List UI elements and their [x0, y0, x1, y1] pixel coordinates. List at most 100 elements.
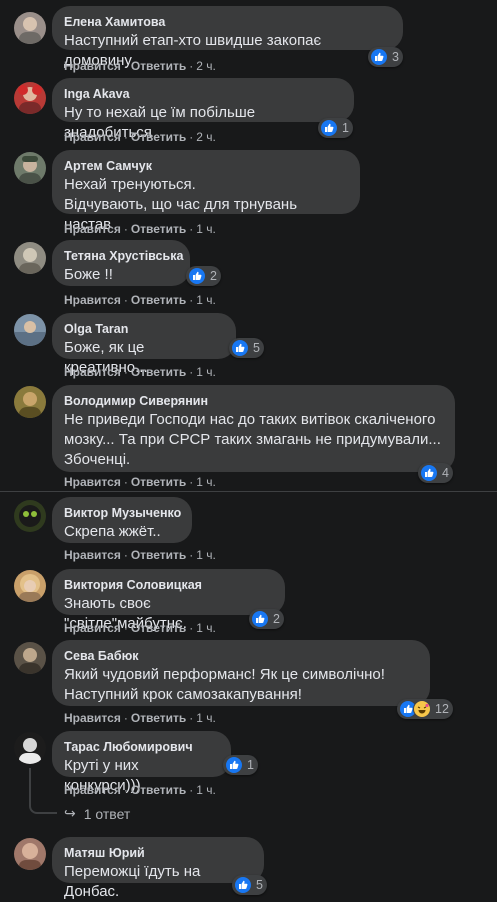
separator: · — [123, 711, 128, 725]
reaction-count: 5 — [253, 341, 260, 355]
comment-author[interactable]: Елена Хамитова — [64, 14, 391, 30]
reaction-count: 3 — [392, 50, 399, 64]
like-reaction-icon — [420, 464, 438, 482]
avatar[interactable] — [14, 642, 46, 674]
separator: · — [123, 475, 128, 489]
reaction-count: 2 — [273, 612, 280, 626]
avatar[interactable] — [14, 500, 46, 532]
comment-text: Скрепа жжёт.. — [64, 523, 161, 540]
comment-time[interactable]: 2 ч. — [196, 130, 216, 144]
reply-link[interactable]: Ответить — [131, 59, 186, 73]
avatar[interactable] — [14, 314, 46, 346]
reaction-summary[interactable]: 2 — [249, 609, 284, 629]
comment-bubble: Матяш Юрий Переможці їдуть на Донбас. — [52, 837, 264, 900]
reply-link[interactable]: Ответить — [131, 365, 186, 379]
separator: · — [189, 475, 194, 489]
separator: · — [123, 783, 128, 797]
reaction-summary[interactable]: 2 — [186, 266, 221, 286]
separator: · — [189, 293, 194, 307]
reaction-count: 2 — [210, 269, 217, 283]
comment-author[interactable]: Сева Бабюк — [64, 648, 418, 664]
like-link[interactable]: Нравится — [64, 59, 121, 73]
comment-text: Боже !! — [64, 266, 113, 283]
avatar[interactable] — [14, 242, 46, 274]
like-link[interactable]: Нравится — [64, 293, 121, 307]
reply-link[interactable]: Ответить — [131, 222, 186, 236]
like-reaction-icon — [320, 119, 338, 137]
replies-count-label: 1 ответ — [83, 805, 131, 822]
like-link[interactable]: Нравится — [64, 548, 121, 562]
like-link[interactable]: Нравится — [64, 475, 121, 489]
comment-author[interactable]: Тарас Любомирович — [64, 739, 219, 755]
comment-author[interactable]: Тетяна Хрустівська — [64, 248, 183, 264]
comment-time[interactable]: 1 ч. — [196, 293, 216, 307]
comment-author[interactable]: Володимир Сиверянин — [64, 393, 443, 409]
comment-time[interactable]: 1 ч. — [196, 365, 216, 379]
comment-bubble: Тарас Любомирович Круті у них конкурси))… — [52, 731, 231, 794]
view-replies-link[interactable]: ↪ 1 ответ — [64, 805, 130, 822]
reply-link[interactable]: Ответить — [131, 475, 186, 489]
like-link[interactable]: Нравится — [64, 711, 121, 725]
separator: · — [189, 711, 194, 725]
comment-author[interactable]: Матяш Юрий — [64, 845, 252, 861]
like-link[interactable]: Нравится — [64, 130, 121, 144]
like-link[interactable]: Нравится — [64, 621, 121, 635]
avatar[interactable] — [14, 82, 46, 114]
reaction-summary[interactable]: 5 — [229, 338, 264, 358]
comment-bubble: Володимир Сиверянин Не приведи Господи н… — [52, 385, 455, 472]
reaction-summary[interactable]: 1 — [223, 755, 258, 775]
comment-time[interactable]: 2 ч. — [196, 59, 216, 73]
comment-actions: Нравится · Ответить · 1 ч. — [64, 548, 216, 562]
comment-actions: Нравится · Ответить · 1 ч. — [64, 293, 216, 307]
avatar[interactable] — [14, 838, 46, 870]
reply-link[interactable]: Ответить — [131, 293, 186, 307]
reaction-count: 12 — [435, 702, 449, 716]
comment-author[interactable]: Артем Самчук — [64, 158, 348, 174]
comment-actions: Нравится · Ответить · 2 ч. — [64, 59, 216, 73]
comment-text: Не приведи Господи нас до таких витівок … — [64, 411, 446, 468]
comment-actions: Нравится · Ответить · 1 ч. — [64, 475, 216, 489]
comment-bubble: Тетяна Хрустівська Боже !! — [52, 240, 190, 286]
separator: · — [123, 59, 128, 73]
like-reaction-icon — [370, 48, 388, 66]
separator: · — [123, 222, 128, 236]
separator: · — [123, 130, 128, 144]
separator: · — [123, 365, 128, 379]
reply-link[interactable]: Ответить — [131, 548, 186, 562]
reaction-summary[interactable]: 5 — [232, 875, 267, 895]
comment-bubble: Inga Akava Ну то нехай це їм побільше зн… — [52, 78, 354, 141]
comment-author[interactable]: Inga Akava — [64, 86, 342, 102]
comment-author[interactable]: Виктория Соловицкая — [64, 577, 273, 593]
reply-link[interactable]: Ответить — [131, 711, 186, 725]
like-reaction-icon — [231, 339, 249, 357]
reaction-summary[interactable]: 3 — [368, 47, 403, 67]
reply-link[interactable]: Ответить — [131, 621, 186, 635]
reaction-summary[interactable]: 1 — [318, 118, 353, 138]
section-divider — [0, 491, 497, 492]
comment-actions: Нравится · Ответить · 2 ч. — [64, 130, 216, 144]
avatar[interactable] — [14, 152, 46, 184]
reaction-summary[interactable]: 12 — [397, 699, 453, 719]
reaction-summary[interactable]: 4 — [418, 463, 453, 483]
comment-time[interactable]: 1 ч. — [196, 783, 216, 797]
avatar[interactable] — [14, 570, 46, 602]
comment-author[interactable]: Виктор Музыченко — [64, 505, 181, 521]
comment-time[interactable]: 1 ч. — [196, 222, 216, 236]
comment-bubble: Елена Хамитова Наступний етап-хто швидше… — [52, 6, 403, 69]
like-link[interactable]: Нравится — [64, 783, 121, 797]
separator: · — [189, 365, 194, 379]
separator: · — [189, 783, 194, 797]
avatar[interactable] — [14, 386, 46, 418]
avatar[interactable] — [14, 732, 46, 764]
comment-time[interactable]: 1 ч. — [196, 621, 216, 635]
reply-link[interactable]: Ответить — [131, 783, 186, 797]
like-link[interactable]: Нравится — [64, 222, 121, 236]
comment-time[interactable]: 1 ч. — [196, 711, 216, 725]
comment-author[interactable]: Olga Taran — [64, 321, 224, 337]
avatar[interactable] — [14, 12, 46, 44]
comment-time[interactable]: 1 ч. — [196, 475, 216, 489]
comment-time[interactable]: 1 ч. — [196, 548, 216, 562]
reply-link[interactable]: Ответить — [131, 130, 186, 144]
like-link[interactable]: Нравится — [64, 365, 121, 379]
comment-text: Переможці їдуть на Донбас. — [64, 863, 205, 900]
